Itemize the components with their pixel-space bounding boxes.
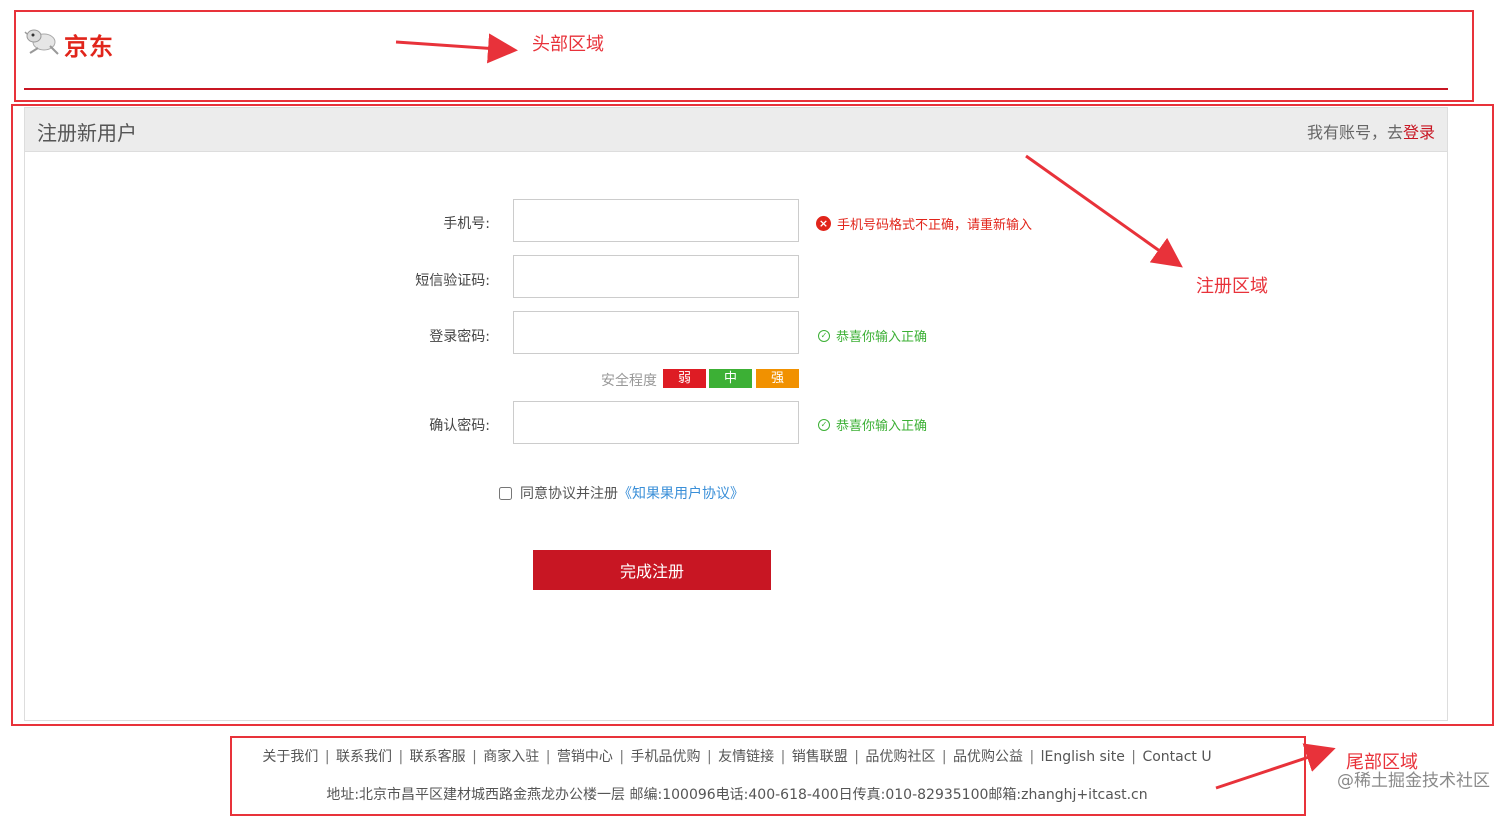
check-circle-icon: ✓ bbox=[818, 418, 830, 431]
phone-label: 手机号: bbox=[443, 216, 490, 232]
footer-link-service[interactable]: 联系客服 bbox=[410, 749, 466, 765]
footer-links: 关于我们 | 联系我们 | 联系客服 | 商家入驻 | 营销中心 | 手机品优购… bbox=[262, 749, 1212, 765]
confirm-password-input[interactable] bbox=[513, 401, 799, 444]
footer-link-friends[interactable]: 友情链接 bbox=[718, 749, 774, 765]
user-agreement-link[interactable]: 《知果果用户协议》 bbox=[618, 483, 744, 503]
check-circle-icon: ✓ bbox=[818, 329, 830, 342]
footer-link-contact[interactable]: 联系我们 bbox=[336, 749, 392, 765]
complete-register-button[interactable]: 完成注册 bbox=[533, 550, 771, 590]
have-account-text: 我有账号，去登录 bbox=[1307, 119, 1435, 143]
error-icon: × bbox=[816, 216, 831, 231]
register-header: 注册新用户 我有账号，去登录 bbox=[25, 108, 1447, 152]
agree-checkbox[interactable] bbox=[499, 486, 512, 500]
phone-input[interactable] bbox=[513, 199, 799, 242]
footer-link-about[interactable]: 关于我们 bbox=[262, 749, 318, 765]
footer-link-mobile[interactable]: 手机品优购 bbox=[631, 749, 701, 765]
footer-link-merchant[interactable]: 商家入驻 bbox=[483, 749, 539, 765]
confirm-password-ok-text: 恭喜你输入正确 bbox=[836, 419, 928, 434]
password-ok-text: 恭喜你输入正确 bbox=[836, 330, 928, 345]
page-title: 注册新用户 bbox=[37, 121, 137, 145]
phone-error-message: × 手机号码格式不正确，请重新输入 bbox=[816, 214, 1032, 233]
watermark: @稀土掘金技术社区 bbox=[1337, 771, 1490, 791]
footer-link-contact-en[interactable]: Contact U bbox=[1142, 749, 1211, 765]
agree-text: 同意协议并注册 bbox=[520, 486, 618, 502]
strength-weak: 弱 bbox=[663, 369, 706, 388]
header-annotation-label: 头部区域 bbox=[532, 34, 604, 54]
have-account-label: 我有账号，去 bbox=[1306, 123, 1403, 142]
footer-link-community[interactable]: 品优购社区 bbox=[865, 749, 935, 765]
footer-link-alliance[interactable]: 销售联盟 bbox=[792, 749, 848, 765]
strength-strong: 强 bbox=[756, 369, 799, 388]
agreement-row: 同意协议并注册 《知果果用户协议》 bbox=[499, 483, 744, 503]
footer-link-charity[interactable]: 品优购公益 bbox=[953, 749, 1023, 765]
sms-code-label: 短信验证码: bbox=[415, 273, 490, 289]
header-arrow bbox=[395, 33, 518, 64]
phone-error-text: 手机号码格式不正确，请重新输入 bbox=[837, 218, 1033, 233]
footer-address: 地址:北京市昌平区建材城西路金燕龙办公楼一层 邮编:100096电话:400-6… bbox=[326, 787, 1148, 803]
login-link[interactable]: 登录 bbox=[1403, 123, 1435, 142]
logo-text: 京东 bbox=[64, 33, 114, 61]
footer-link-english[interactable]: lEnglish site bbox=[1041, 749, 1125, 765]
password-ok-message: ✓ 恭喜你输入正确 bbox=[818, 326, 927, 345]
password-label: 登录密码: bbox=[429, 329, 490, 345]
footer-link-marketing[interactable]: 营销中心 bbox=[557, 749, 613, 765]
strength-label: 安全程度 bbox=[601, 373, 657, 389]
jd-logo[interactable]: 京东 bbox=[24, 24, 124, 61]
confirm-password-ok-message: ✓ 恭喜你输入正确 bbox=[818, 415, 927, 434]
strength-medium: 中 bbox=[709, 369, 752, 388]
jd-mascot-icon bbox=[24, 29, 59, 55]
sms-code-input[interactable] bbox=[513, 255, 799, 298]
password-input[interactable] bbox=[513, 311, 799, 354]
header-divider bbox=[24, 88, 1448, 90]
confirm-password-label: 确认密码: bbox=[429, 418, 490, 434]
